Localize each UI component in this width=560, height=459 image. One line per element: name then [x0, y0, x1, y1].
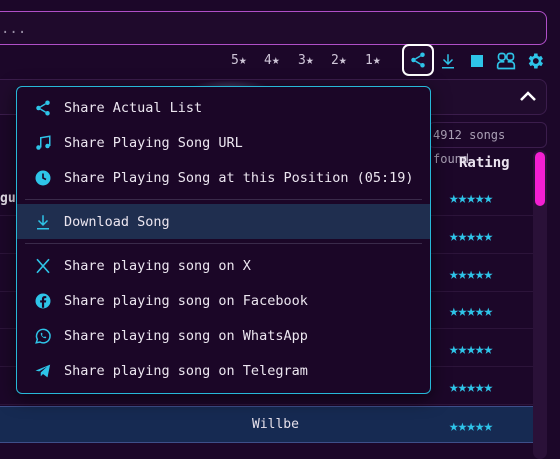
scrollbar-thumb[interactable] — [535, 152, 545, 206]
menu-item-label: Download Song — [64, 213, 170, 230]
rating-stars[interactable]: ★★★★★ — [449, 339, 493, 358]
table-row-selected[interactable]: Willbe ★★★★★ — [0, 406, 533, 443]
settings-button[interactable] — [521, 47, 549, 75]
rating-stars[interactable]: ★★★★★ — [449, 301, 493, 320]
song-title: Willbe — [252, 417, 299, 432]
chevron-up-icon[interactable] — [516, 87, 540, 105]
menu-item-label: Share playing song on Telegram — [64, 362, 308, 379]
filter-4-stars[interactable]: 4★ — [264, 53, 280, 68]
search-bar[interactable] — [0, 11, 547, 45]
menu-item-label: Share Playing Song URL — [64, 134, 243, 151]
stop-icon — [471, 55, 483, 67]
users-icon — [496, 52, 516, 70]
menu-item-share-position[interactable]: Share Playing Song at this Position (05:… — [17, 160, 430, 195]
share-icon — [411, 52, 425, 68]
gear-icon — [528, 53, 543, 69]
whatsapp-icon — [33, 326, 53, 346]
stop-button[interactable] — [463, 47, 491, 75]
menu-item-label: Share playing song on Facebook — [64, 292, 308, 309]
menu-item-share-x[interactable]: Share playing song on X — [17, 248, 430, 283]
users-button[interactable] — [492, 47, 520, 75]
menu-item-download-song[interactable]: Download Song — [17, 204, 430, 239]
download-icon — [33, 212, 53, 232]
rating-stars[interactable]: ★★★★★ — [449, 226, 493, 245]
menu-item-label: Share playing song on X — [64, 257, 251, 274]
share-icon — [33, 98, 53, 118]
menu-item-share-telegram[interactable]: Share playing song on Telegram — [17, 353, 430, 388]
songs-found-count: 4912 songs found — [428, 122, 547, 166]
menu-item-share-whatsapp[interactable]: Share playing song on WhatsApp — [17, 318, 430, 353]
rating-stars[interactable]: ★★★★★ — [449, 264, 493, 283]
filter-2-stars[interactable]: 2★ — [331, 53, 347, 68]
filter-3-stars[interactable]: 3★ — [298, 53, 314, 68]
rating-stars[interactable]: ★★★★★ — [449, 377, 493, 396]
menu-item-share-list[interactable]: Share Actual List — [17, 90, 430, 125]
menu-item-share-facebook[interactable]: Share playing song on Facebook — [17, 283, 430, 318]
x-logo-icon — [33, 256, 53, 276]
menu-item-label: Share playing song on WhatsApp — [64, 327, 308, 344]
menu-divider — [25, 243, 422, 244]
filter-5-stars[interactable]: 5★ — [231, 53, 247, 68]
share-menu: Share Actual List Share Playing Song URL… — [16, 86, 431, 394]
rating-stars[interactable]: ★★★★★ — [449, 416, 493, 435]
download-button[interactable] — [434, 47, 462, 75]
music-note-icon — [33, 133, 53, 153]
menu-item-share-url[interactable]: Share Playing Song URL — [17, 125, 430, 160]
facebook-icon — [33, 291, 53, 311]
search-input[interactable] — [0, 18, 523, 40]
menu-divider — [25, 199, 422, 200]
rating-stars[interactable]: ★★★★★ — [449, 188, 493, 207]
menu-item-label: Share Playing Song at this Position (05:… — [64, 169, 414, 186]
telegram-icon — [33, 361, 53, 381]
share-button[interactable] — [402, 44, 434, 76]
clock-icon — [33, 168, 53, 188]
menu-item-label: Share Actual List — [64, 99, 203, 116]
filter-1-stars[interactable]: 1★ — [365, 53, 381, 68]
download-icon — [442, 54, 454, 69]
rating-column-header[interactable]: Rating — [459, 155, 510, 171]
